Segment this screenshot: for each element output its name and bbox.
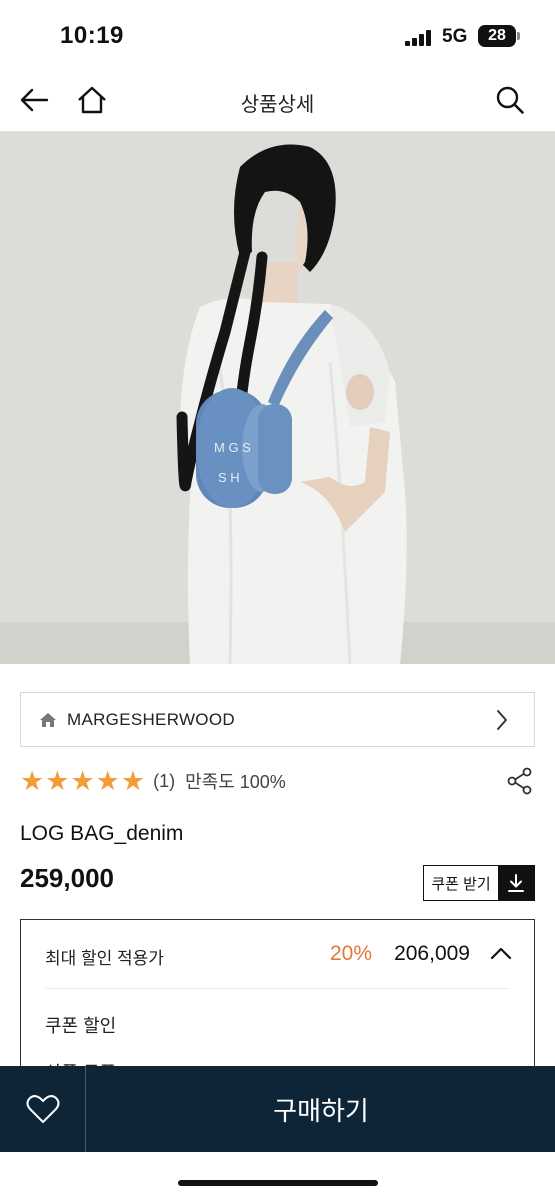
search-icon — [496, 86, 524, 114]
star-icon: ★ — [20, 765, 45, 796]
bottom-action-bar: 구매하기 — [0, 1066, 555, 1152]
svg-text:M G S: M G S — [214, 440, 251, 455]
home-indicator — [178, 1180, 378, 1186]
network-label: 5G — [442, 26, 468, 47]
discount-item: 쿠폰 할인 — [45, 1016, 117, 1036]
star-icon: ★ — [70, 765, 95, 796]
signal-icon — [405, 30, 435, 46]
brand-link[interactable]: MARGESHERWOOD — [20, 692, 535, 747]
share-button[interactable] — [505, 766, 535, 796]
page-title: 상품상세 — [240, 94, 315, 116]
divider — [45, 988, 510, 989]
review-count[interactable]: (1) — [153, 771, 175, 792]
star-icon: ★ — [120, 765, 146, 796]
rating-row: ★ ★ ★ ★ ★ (1) 만족도 100% — [20, 766, 535, 796]
product-price: 259,000 — [20, 863, 114, 893]
discount-price: 206,009 — [394, 942, 470, 965]
buy-button[interactable]: 구매하기 — [87, 1066, 555, 1152]
brand-name: MARGESHERWOOD — [67, 709, 235, 729]
satisfaction-label: 만족도 100% — [185, 772, 286, 792]
star-rating: ★ ★ ★ ★ ★ — [20, 765, 146, 796]
battery-icon: 28 — [478, 25, 520, 47]
discount-rate: 20% — [329, 942, 372, 965]
search-button[interactable] — [492, 82, 528, 118]
wishlist-button[interactable] — [0, 1066, 86, 1152]
product-image[interactable]: M G S S H — [0, 132, 555, 664]
download-icon — [498, 866, 534, 900]
status-time: 10:19 — [60, 22, 124, 49]
svg-text:S H: S H — [218, 470, 240, 485]
chevron-up-icon — [490, 947, 512, 960]
status-bar: 10:19 5G 28 — [0, 0, 555, 70]
discount-title: 최대 할인 적용가 — [45, 949, 164, 968]
product-photo: M G S S H — [0, 132, 555, 664]
home-icon — [40, 712, 56, 727]
product-name: LOG BAG_denim — [20, 822, 184, 845]
share-icon — [507, 767, 532, 795]
coupon-button-label: 쿠폰 받기 — [431, 875, 491, 893]
heart-icon — [26, 1095, 59, 1123]
star-icon: ★ — [95, 765, 120, 796]
discount-panel-toggle[interactable]: 최대 할인 적용가 20% 206,009 — [21, 920, 534, 988]
coupon-download-button[interactable]: 쿠폰 받기 — [423, 865, 535, 901]
star-icon: ★ — [45, 765, 70, 796]
app-header: 상품상세 — [0, 70, 555, 132]
chevron-right-icon — [497, 710, 507, 730]
